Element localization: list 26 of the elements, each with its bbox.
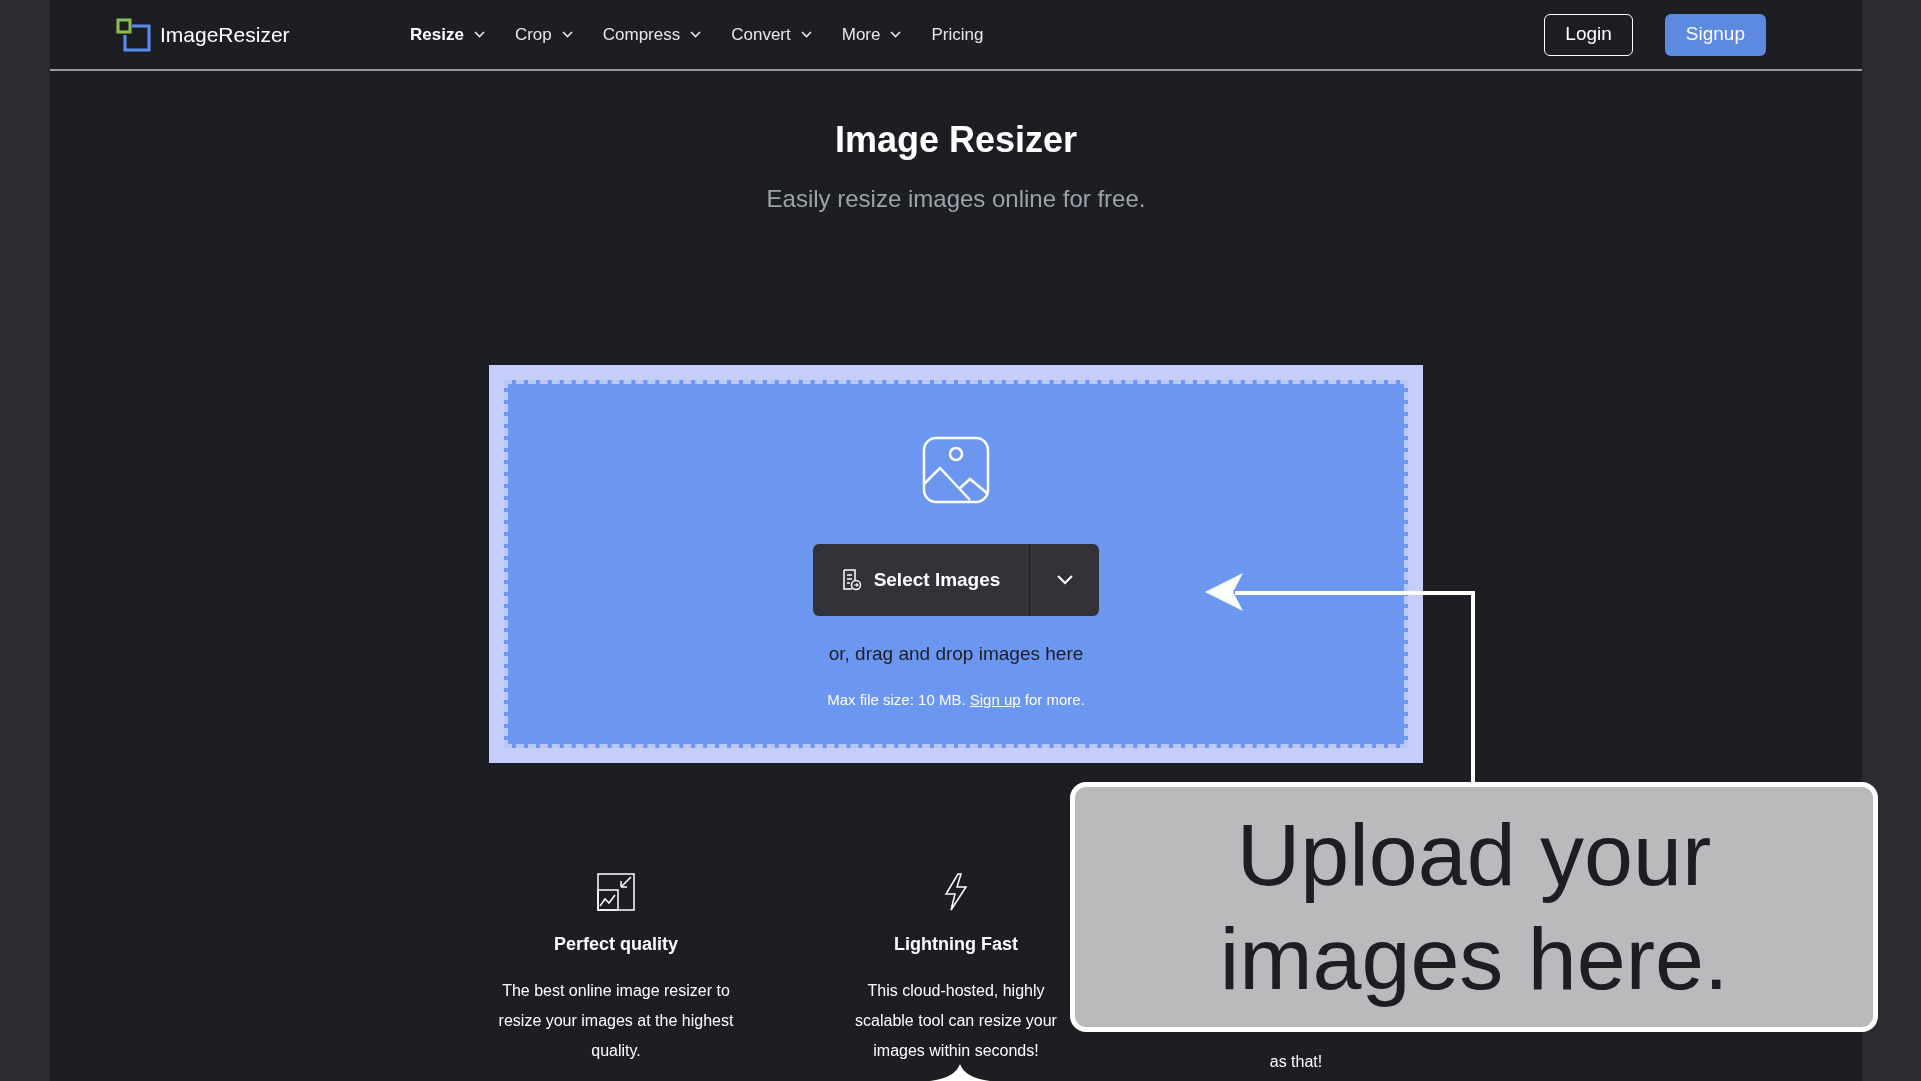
- login-button[interactable]: Login: [1544, 13, 1633, 56]
- feature-description: This cloud-hosted, highly scalable tool can resize your images within seconds!: [854, 981, 1058, 1061]
- file-size-note: Max file size: 10 MB. Sign up for more.: [827, 689, 1085, 710]
- drag-drop-text: or, drag and drop images here: [828, 642, 1084, 666]
- feature-description: as that!: [1268, 1052, 1324, 1072]
- nav-link[interactable]: Compress: [598, 21, 706, 48]
- speech-tail: [930, 1064, 990, 1081]
- callout-text: Upload your images here.: [1218, 804, 1730, 1010]
- resize-image-icon: [597, 873, 635, 911]
- logo-icon: [116, 17, 152, 52]
- page-title: Image Resizer: [834, 118, 1078, 162]
- file-icon: [841, 569, 862, 591]
- logo-text: ImageResizer: [160, 21, 290, 48]
- page-subtitle: Easily resize images online for free.: [766, 184, 1146, 214]
- lightning-icon: [944, 873, 968, 911]
- nav-link[interactable]: Pricing: [927, 21, 988, 48]
- nav-link[interactable]: More: [837, 21, 906, 48]
- feature-title: Lightning Fast: [894, 933, 1018, 956]
- nav-link[interactable]: Convert: [727, 21, 816, 48]
- nav-link[interactable]: Resize: [406, 21, 489, 48]
- upload-area[interactable]: Select Images or, drag and drop images here Max file size: 10 MB. Sign up for more.: [489, 365, 1423, 763]
- feature-description: The best online image resizer to resize your images at the highest quality.: [498, 981, 734, 1061]
- image-icon: [922, 436, 990, 504]
- nav-link[interactable]: Crop: [510, 21, 577, 48]
- chevron-down-icon: [1056, 575, 1073, 585]
- feature-title: Perfect quality: [553, 933, 678, 956]
